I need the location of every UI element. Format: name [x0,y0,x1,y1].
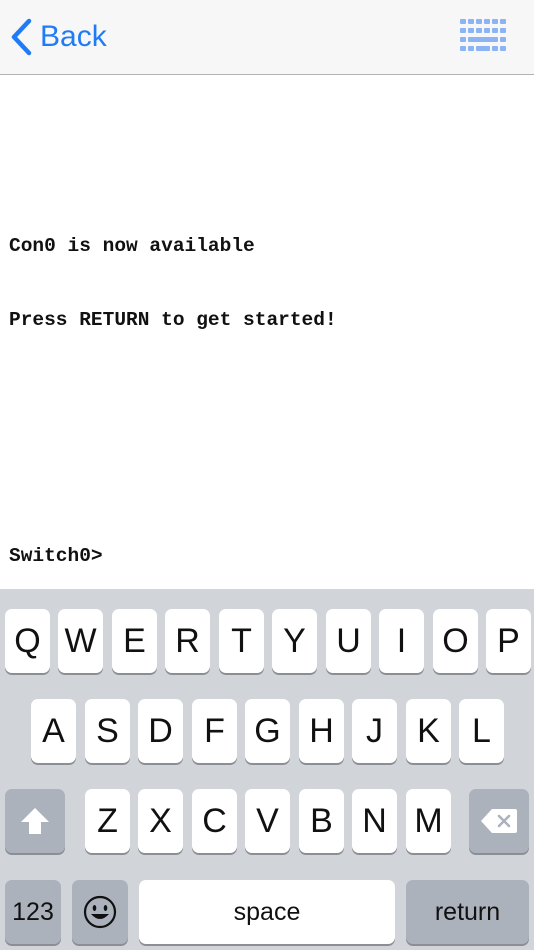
shift-icon [21,808,49,834]
space-key[interactable]: space [139,880,395,944]
backspace-icon [481,809,517,833]
key-n[interactable]: N [352,789,397,853]
key-r[interactable]: R [165,609,210,673]
terminal-output[interactable]: Con0 is now available Press RETURN to ge… [0,76,534,589]
chevron-left-icon [10,18,32,56]
key-w[interactable]: W [58,609,103,673]
key-s[interactable]: S [85,699,130,763]
keyboard-icon [460,19,506,51]
on-screen-keyboard: Q W E R T Y U I O P A S D F G H J K L Z … [0,589,534,950]
key-c[interactable]: C [192,789,237,853]
key-i[interactable]: I [379,609,424,673]
shift-key[interactable] [5,789,65,853]
key-z[interactable]: Z [85,789,130,853]
return-key[interactable]: return [406,880,529,944]
key-b[interactable]: B [299,789,344,853]
key-e[interactable]: E [112,609,157,673]
navigation-bar: Back [0,0,534,75]
key-l[interactable]: L [459,699,504,763]
back-button[interactable]: Back [10,16,107,58]
key-y[interactable]: Y [272,609,317,673]
numbers-key[interactable]: 123 [5,880,61,944]
key-k[interactable]: K [406,699,451,763]
terminal-prompt: Switch0> [9,545,103,567]
key-a[interactable]: A [31,699,76,763]
key-h[interactable]: H [299,699,344,763]
key-j[interactable]: J [352,699,397,763]
key-t[interactable]: T [219,609,264,673]
emoji-icon [83,895,117,929]
key-x[interactable]: X [138,789,183,853]
terminal-line: Press RETURN to get started! [9,309,337,331]
key-v[interactable]: V [245,789,290,853]
delete-key[interactable] [469,789,529,853]
key-f[interactable]: F [192,699,237,763]
key-o[interactable]: O [433,609,478,673]
key-p[interactable]: P [486,609,531,673]
terminal-line: Con0 is now available [9,235,255,257]
back-label: Back [40,20,107,53]
key-u[interactable]: U [326,609,371,673]
key-g[interactable]: G [245,699,290,763]
keyboard-toggle-button[interactable] [458,16,510,56]
key-m[interactable]: M [406,789,451,853]
emoji-key[interactable] [72,880,128,944]
key-q[interactable]: Q [5,609,50,673]
key-d[interactable]: D [138,699,183,763]
